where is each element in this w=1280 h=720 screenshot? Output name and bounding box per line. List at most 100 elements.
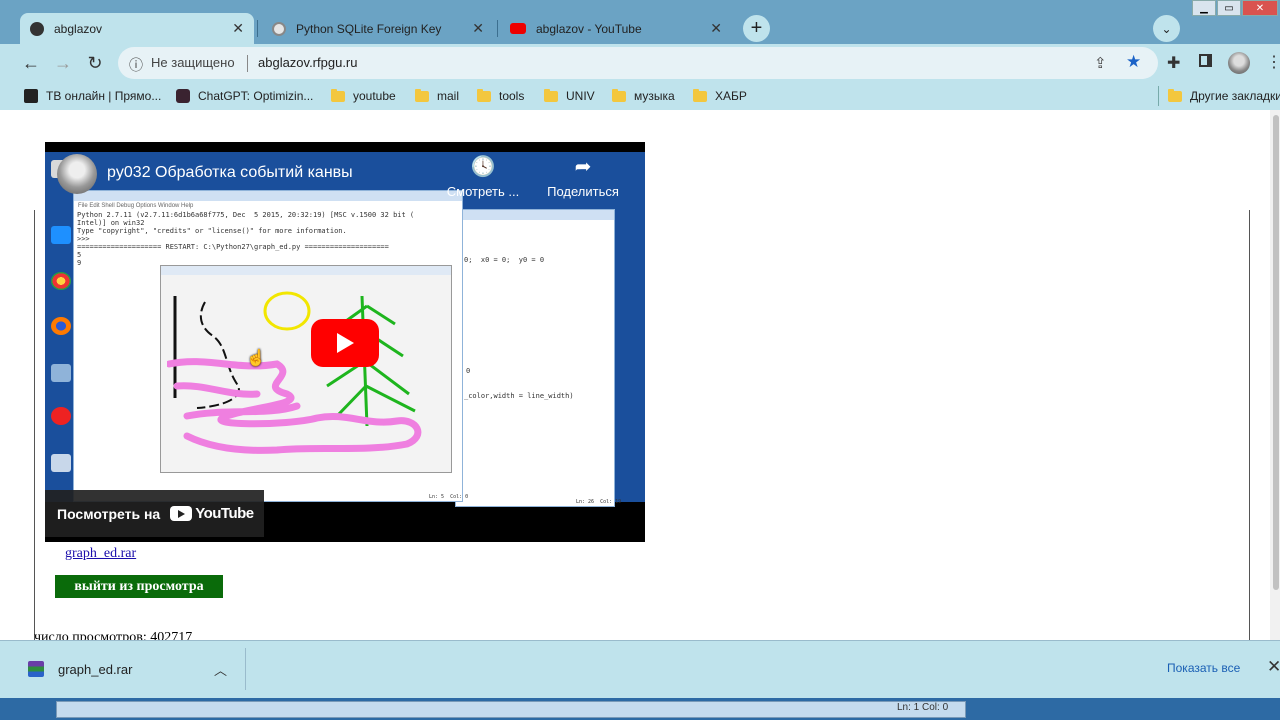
bookmark-tools[interactable]: tools [477, 86, 524, 106]
editor-line: 0; x0 = 0; y0 = 0 [464, 256, 545, 264]
bookmark-mail[interactable]: mail [415, 86, 459, 106]
restore-window-icon[interactable]: ▭ [1217, 0, 1241, 16]
profile-avatar[interactable] [1228, 52, 1250, 74]
close-icon[interactable]: ✕ [1267, 657, 1280, 677]
folder-icon [477, 88, 491, 102]
tv-icon [24, 89, 38, 103]
watch-later-label: Смотреть ... [446, 184, 520, 199]
tab-separator [257, 20, 258, 37]
scrollbar-thumb[interactable] [1273, 115, 1279, 590]
tab-abglazov[interactable]: abglazov ✕ [20, 13, 254, 44]
editor-status: Ln: 26 Col: 19 [576, 499, 622, 505]
taskbar-status-text: Ln: 1 Col: 0 [897, 702, 949, 713]
chevron-up-icon[interactable]: ︿ [214, 660, 227, 679]
warning-info-icon[interactable]: ⓘ [129, 55, 143, 75]
download-file-link[interactable]: graph_ed.rar [65, 546, 136, 562]
new-tab-plus-icon[interactable]: + [743, 15, 770, 42]
close-icon[interactable]: ✕ [710, 20, 722, 37]
shell-menu: File Edit Shell Debug Options Window Hel… [78, 203, 194, 209]
shell-output: Python 2.7.11 (v2.7.11:6d1b6a68f775, Dec… [77, 211, 415, 267]
close-icon[interactable]: ✕ [232, 20, 244, 37]
play-button[interactable] [311, 319, 379, 367]
editor-line: _color,width = line_width) [464, 392, 574, 400]
exit-view-button[interactable]: выйти из просмотра [55, 575, 223, 598]
bookmark-youtube[interactable]: youtube [331, 86, 396, 106]
chatgpt-icon [176, 89, 190, 103]
editor-titlebar [456, 210, 614, 220]
tab-python-sqlite[interactable]: Python SQLite Foreign Key ✕ [262, 13, 494, 44]
kebab-menu-icon[interactable]: ⋮ [1266, 52, 1280, 72]
chatgpt-icon [272, 21, 286, 36]
bookmark-music[interactable]: музыка [612, 86, 675, 106]
bookmark-label: UNIV [566, 89, 595, 103]
canvas-titlebar [161, 266, 451, 275]
show-all-downloads-link[interactable]: Показать все [1167, 661, 1240, 675]
bookmark-label: музыка [634, 89, 675, 103]
channel-avatar[interactable] [57, 154, 97, 194]
bookmark-label: ТВ онлайн | Прямо... [46, 89, 162, 103]
bookmark-label: youtube [353, 89, 396, 103]
bookmark-label: ХАБР [715, 89, 747, 103]
drive-icon [51, 454, 71, 472]
tab-youtube[interactable]: abglazov - YouTube ✕ [500, 13, 732, 44]
bookmark-habr[interactable]: ХАБР [693, 86, 747, 106]
download-shelf [0, 640, 1280, 698]
youtube-icon [510, 23, 526, 34]
play-icon [337, 333, 354, 353]
hand-cursor-icon: ☝ [246, 350, 266, 367]
share-arrow-icon: ➦ [574, 156, 592, 178]
bookmark-label: ChatGPT: Optimizin... [198, 89, 314, 103]
code-editor-window: 0; x0 = 0; y0 = 0 0 _color,width = line_… [455, 209, 621, 507]
download-item-name[interactable]: graph_ed.rar [58, 662, 132, 677]
watch-on-label: Посмотреть на [57, 505, 161, 522]
tab-separator [497, 20, 498, 37]
tab-label: Python SQLite Foreign Key [296, 21, 442, 36]
download-separator [245, 648, 246, 690]
chrome-icon [51, 272, 71, 290]
folder-icon [1168, 88, 1182, 102]
share-label: Поделиться [547, 184, 619, 199]
globe-icon [30, 21, 44, 36]
close-window-icon[interactable]: ✕ [1242, 0, 1278, 16]
tab-label: abglazov - YouTube [536, 21, 642, 36]
side-panel-icon[interactable] [1199, 54, 1212, 67]
share-icon[interactable]: ⇪ [1094, 54, 1107, 72]
editor-line: 0 [466, 367, 471, 375]
url-text[interactable]: abglazov.rfpgu.ru [258, 55, 358, 70]
skype-icon [51, 226, 71, 244]
app-icon [51, 364, 71, 382]
bookmark-univ[interactable]: UNIV [544, 86, 595, 106]
youtube-play-mark [170, 506, 193, 521]
video-title[interactable]: py032 Обработка событий канвы [107, 164, 353, 182]
taskbar-window-preview [56, 701, 966, 718]
rar-archive-icon [28, 661, 44, 677]
insecure-label[interactable]: Не защищено [151, 55, 235, 70]
bookmark-label: mail [437, 89, 460, 103]
share-button[interactable]: ➦ Поделиться [543, 156, 623, 199]
extensions-puzzle-icon[interactable]: ✚ [1167, 53, 1180, 73]
forward-arrow-icon[interactable]: → [50, 50, 76, 76]
folder-icon [331, 88, 345, 102]
folder-icon [415, 88, 429, 102]
youtube-logo-icon: YouTube [170, 505, 254, 522]
shell-status: Ln: 5 Col: 0 [429, 494, 469, 500]
bookmark-tv-online[interactable]: ТВ онлайн | Прямо... [24, 86, 161, 106]
tab-search-chevron-icon[interactable]: ⌄ [1153, 15, 1180, 42]
clock-icon: 🕓 [470, 156, 496, 178]
bookmark-label: tools [499, 89, 525, 103]
opera-icon [51, 407, 71, 425]
bookmark-other[interactable]: Другие закладки [1168, 86, 1280, 106]
folder-icon [612, 88, 626, 102]
reload-icon[interactable]: ↻ [82, 50, 108, 76]
youtube-wordmark: YouTube [195, 505, 254, 522]
watch-later-button[interactable]: 🕓 Смотреть ... [443, 156, 523, 199]
back-arrow-icon[interactable]: ← [18, 50, 44, 76]
close-icon[interactable]: ✕ [472, 20, 484, 37]
bookmark-star-icon[interactable]: ★ [1126, 52, 1141, 72]
minimize-window-icon[interactable]: ▁ [1192, 0, 1216, 16]
bookmark-label: Другие закладки [1190, 89, 1280, 103]
youtube-embed[interactable]: 0; x0 = 0; y0 = 0 0 _color,width = line_… [45, 142, 645, 542]
bookmark-chatgpt[interactable]: ChatGPT: Optimizin... [176, 86, 313, 106]
tk-canvas-window: ☝ [160, 265, 452, 473]
watch-on-youtube-button[interactable]: Посмотреть на YouTube [45, 490, 264, 537]
